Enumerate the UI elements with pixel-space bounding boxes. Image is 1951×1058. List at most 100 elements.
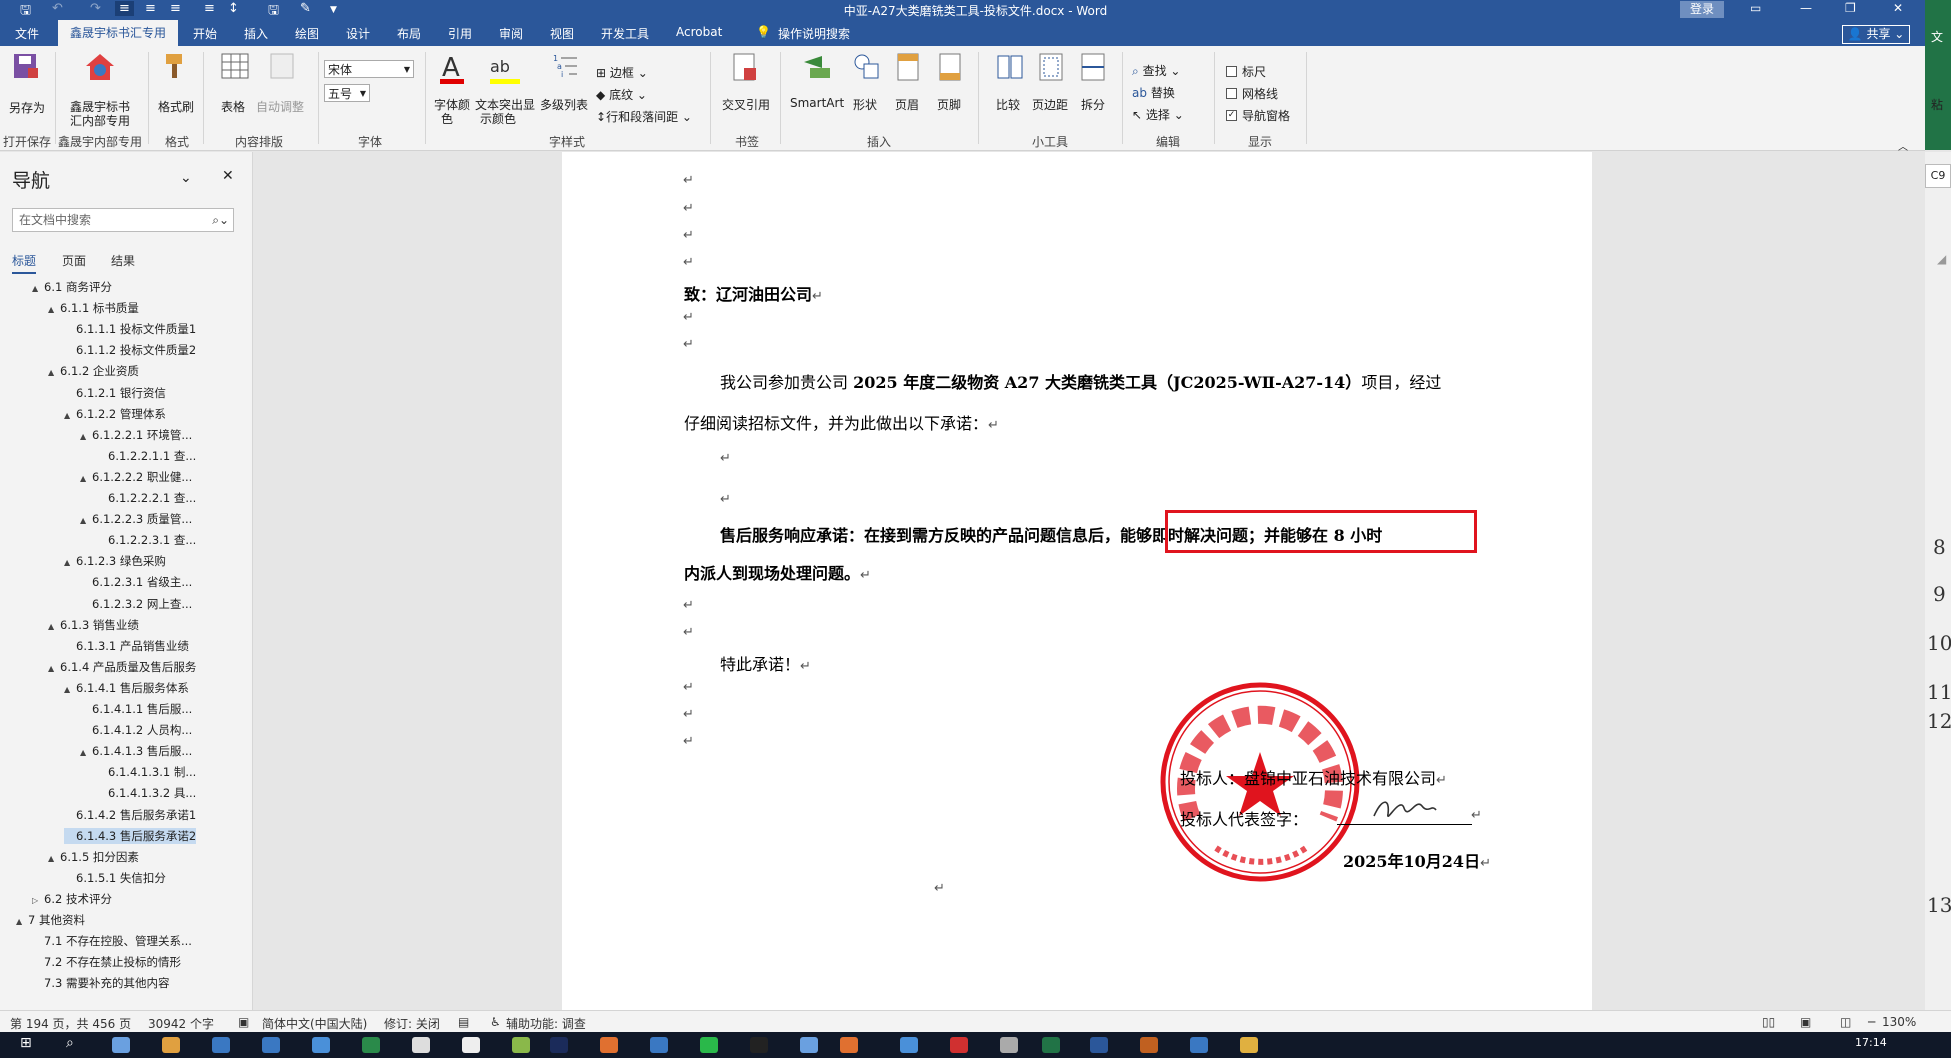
nav-heading-item[interactable]: ▲ 6.1.5 扣分因素	[48, 849, 139, 865]
nav-tab-results[interactable]: 结果	[111, 252, 135, 269]
tab-acrobat[interactable]: Acrobat	[676, 25, 722, 39]
collapse-icon[interactable]: ▲	[48, 302, 60, 318]
nav-heading-item[interactable]: ▷ 6.2 技术评分	[32, 891, 112, 907]
tab-draw[interactable]: 绘图	[295, 25, 319, 42]
multilevel-list-button[interactable]: 多级列表	[540, 96, 588, 113]
margins-icon[interactable]	[1038, 52, 1066, 84]
save-as-icon[interactable]	[12, 52, 40, 82]
wechat-icon[interactable]	[700, 1037, 718, 1053]
footer-icon[interactable]	[938, 52, 964, 84]
font-size-select[interactable]: 五号 ▼	[324, 84, 370, 102]
nav-tab-headings[interactable]: 标题	[12, 252, 37, 274]
font-name-select[interactable]: 宋体 ▼	[324, 60, 414, 78]
nav-heading-item[interactable]: 6.1.2.1 银行资信	[64, 385, 166, 401]
nav-close-icon[interactable]: ✕	[222, 168, 234, 184]
collapse-icon[interactable]: ▲	[64, 682, 76, 698]
taskbar-app-icon[interactable]	[412, 1037, 430, 1053]
nav-heading-item[interactable]: 6.1.4.1.1 售后服...	[80, 701, 192, 717]
taskbar-app-icon[interactable]	[900, 1037, 918, 1053]
collapse-ribbon-icon[interactable]: ︿	[1898, 138, 1908, 153]
smartart-button[interactable]: SmartArt	[790, 96, 844, 110]
tab-view[interactable]: 视图	[550, 25, 574, 42]
header-icon[interactable]	[896, 52, 922, 84]
find-button[interactable]: ⌕ 查找 ⌄	[1132, 62, 1180, 79]
page-count[interactable]: 第 194 页，共 456 页	[10, 1015, 131, 1032]
excel-icon[interactable]	[1042, 1037, 1060, 1053]
replace-button[interactable]: ab 替换	[1132, 84, 1175, 101]
web-layout-icon[interactable]: ◫	[1840, 1015, 1851, 1029]
collapse-icon[interactable]: ▲	[80, 471, 92, 487]
collapse-icon[interactable]: ▲	[64, 555, 76, 571]
nav-pane-checkbox[interactable]: ✓	[1226, 110, 1237, 121]
taskbar-app-icon[interactable]	[112, 1037, 130, 1053]
nav-heading-item[interactable]: 6.1.2.2.1.1 查...	[96, 448, 196, 464]
shading-button[interactable]: ◆ 底纹 ⌄	[596, 86, 647, 103]
file-explorer-icon[interactable]	[1240, 1037, 1258, 1053]
taskbar-app-icon[interactable]	[212, 1037, 230, 1053]
gridlines-checkbox[interactable]	[1226, 88, 1237, 99]
nav-heading-item[interactable]: 7.1 不存在控股、管理关系...	[32, 933, 192, 949]
font-color-line2[interactable]: 色	[441, 110, 453, 127]
font-color-icon[interactable]: A	[438, 52, 466, 86]
collapse-icon[interactable]: ▲	[80, 745, 92, 761]
header-button[interactable]: 页眉	[895, 96, 919, 113]
nav-heading-item[interactable]: ▲ 6.1.2.2.1 环境管...	[80, 427, 192, 443]
collapse-icon[interactable]: ▲	[16, 914, 28, 930]
nav-heading-item[interactable]: 6.1.1.2 投标文件质量2	[64, 342, 196, 358]
word-count[interactable]: 30942 个字	[148, 1015, 214, 1032]
highlight-icon[interactable]: ab	[488, 52, 522, 86]
taskbar-app-icon[interactable]	[650, 1037, 668, 1053]
collapse-icon[interactable]: ▲	[48, 661, 60, 677]
cross-reference-button[interactable]: 交叉引用	[722, 96, 770, 113]
collapse-icon[interactable]: ▲	[64, 408, 76, 424]
print-layout-icon[interactable]: ▣	[1800, 1015, 1811, 1029]
nav-heading-item[interactable]: 6.1.4.1.2 人员构...	[80, 722, 192, 738]
nav-heading-item[interactable]: 6.1.5.1 失信扣分	[64, 870, 166, 886]
nav-heading-item[interactable]: 6.1.4.2 售后服务承诺1	[64, 807, 196, 823]
collapse-icon[interactable]: ▲	[80, 429, 92, 445]
format-painter-button[interactable]: 格式刷	[158, 98, 194, 115]
table-icon[interactable]	[220, 52, 250, 82]
taskbar-app-icon[interactable]	[800, 1037, 818, 1053]
collapse-icon[interactable]: ▲	[32, 281, 44, 297]
zoom-slider[interactable]: ─	[1868, 1015, 1875, 1029]
nav-heading-item[interactable]: ▲ 6.1.4 产品质量及售后服务	[48, 659, 196, 675]
tab-developer[interactable]: 开发工具	[601, 25, 649, 42]
nav-heading-item[interactable]: ▲ 7 其他资料	[16, 912, 85, 928]
table-button[interactable]: 表格	[221, 98, 245, 115]
nav-heading-item[interactable]: ▲ 6.1.4.1 售后服务体系	[64, 680, 189, 696]
read-mode-icon[interactable]: ▯▯	[1762, 1015, 1775, 1029]
border-button[interactable]: ⊞ 边框 ⌄	[596, 64, 648, 81]
tell-me-search[interactable]: 操作说明搜索	[778, 25, 850, 42]
nav-heading-item[interactable]: 6.1.2.2.3.1 查...	[96, 532, 196, 548]
ribbon-display-icon[interactable]: ▭	[1750, 1, 1761, 15]
windows-start-icon[interactable]: ⊞	[20, 1035, 32, 1051]
taskbar-app-icon[interactable]	[1190, 1037, 1208, 1053]
auto-adjust-button[interactable]: 自动调整	[256, 98, 304, 115]
accessibility-status[interactable]: 辅助功能: 调查	[506, 1015, 586, 1032]
tab-home[interactable]: 开始	[193, 25, 217, 42]
tab-xsy[interactable]: 鑫晟宇标书汇专用	[58, 20, 179, 46]
brush-icon[interactable]	[162, 52, 190, 82]
language[interactable]: 简体中文(中国大陆)	[262, 1015, 367, 1032]
tab-insert[interactable]: 插入	[244, 25, 268, 42]
nav-heading-item[interactable]: ▲ 6.1.2.2.2 职业健...	[80, 469, 192, 485]
search-icon[interactable]: ⌕⌄	[212, 209, 229, 231]
select-button[interactable]: ↖ 选择 ⌄	[1132, 106, 1184, 123]
close-icon[interactable]: ✕	[1893, 1, 1903, 15]
nav-heading-item[interactable]: ▲ 6.1.4.1.3 售后服...	[80, 743, 192, 759]
taskbar-app-icon[interactable]	[840, 1037, 858, 1053]
margins-button[interactable]: 页边距	[1032, 96, 1068, 113]
collapse-icon[interactable]: ▲	[48, 365, 60, 381]
nav-search-input[interactable]: 在文档中搜索 ⌕⌄	[12, 208, 234, 232]
taskbar-app-icon[interactable]	[262, 1037, 280, 1053]
xsy-inner-line2[interactable]: 汇内部专用	[70, 112, 130, 129]
nav-heading-item[interactable]: ▲ 6.1.1 标书质量	[48, 300, 139, 316]
ruler-checkbox[interactable]	[1226, 66, 1237, 77]
taskbar-app-icon[interactable]	[462, 1037, 480, 1053]
collapse-icon[interactable]: ▲	[48, 851, 60, 867]
word-icon[interactable]	[1090, 1037, 1108, 1053]
line-spacing-button[interactable]: ↕行和段落间距 ⌄	[596, 108, 692, 125]
proofing-icon[interactable]: ▣	[238, 1015, 249, 1029]
nav-heading-item[interactable]: 6.1.1.1 投标文件质量1	[64, 321, 196, 337]
